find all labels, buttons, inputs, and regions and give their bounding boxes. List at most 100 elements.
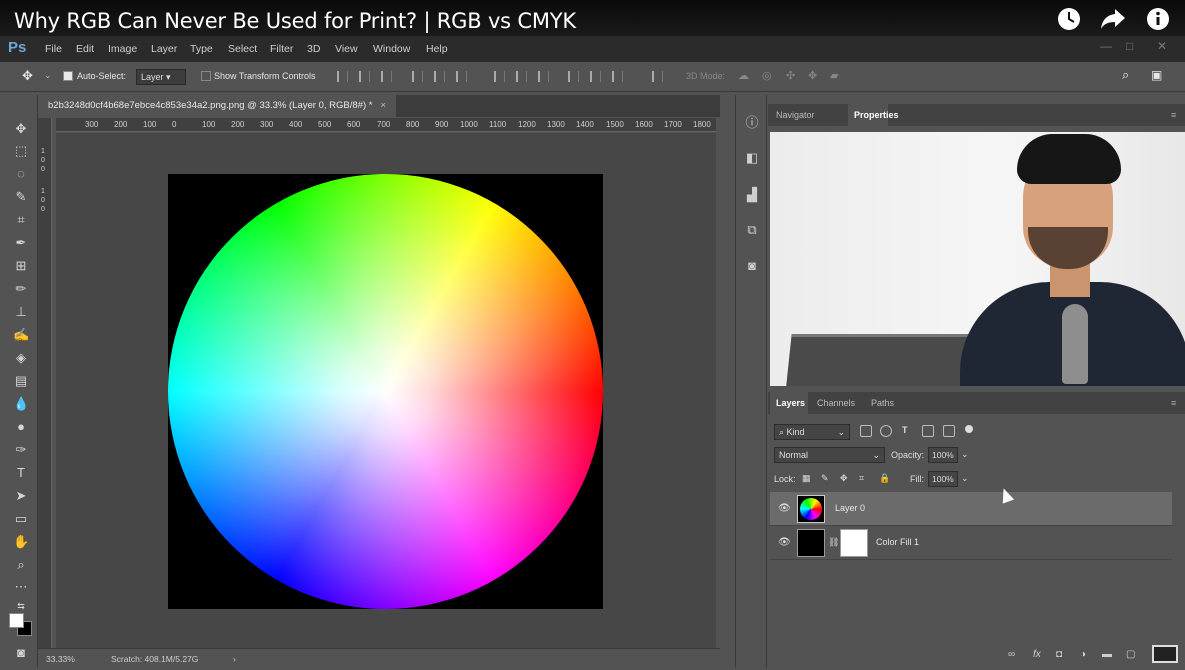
hand-tool-icon[interactable]: ✋: [13, 534, 29, 550]
eyedropper-tool-icon[interactable]: ✒: [13, 235, 29, 251]
more-tools-icon[interactable]: ⋯: [13, 579, 29, 595]
tab-paths[interactable]: Paths: [871, 398, 894, 408]
type-filter-icon[interactable]: T: [902, 425, 908, 435]
adjustment-layer-icon[interactable]: ◑: [1080, 649, 1086, 660]
dodge-tool-icon[interactable]: ●: [13, 419, 29, 435]
quick-mask-icon[interactable]: ◙: [13, 645, 29, 661]
opacity-field[interactable]: 100%: [928, 447, 958, 463]
opacity-chevron-icon[interactable]: ⌄: [961, 449, 969, 460]
visibility-eye-icon[interactable]: 👁: [778, 503, 791, 514]
smart-object-filter-icon[interactable]: [943, 425, 955, 437]
blend-mode-dropdown[interactable]: Normal ⌄: [774, 447, 885, 463]
layer-name[interactable]: Layer 0: [835, 503, 865, 513]
delete-layer-icon[interactable]: [1152, 645, 1178, 663]
lock-all-icon[interactable]: 🔒: [879, 473, 890, 484]
move-tool-icon[interactable]: ✥: [22, 68, 33, 84]
distribute-right-icon[interactable]: [612, 71, 623, 82]
zoom-level[interactable]: 33.33%: [46, 654, 75, 664]
move-tool-icon[interactable]: ✥: [13, 121, 29, 137]
auto-align-icon[interactable]: [652, 71, 663, 82]
3d-orbit-icon[interactable]: ☁: [738, 69, 749, 82]
workspace-icon[interactable]: ▣: [1151, 68, 1162, 82]
kind-filter-dropdown[interactable]: ⌕ Kind ⌄: [774, 424, 850, 440]
new-group-icon[interactable]: ▬: [1102, 649, 1112, 660]
eraser-tool-icon[interactable]: ◈: [13, 350, 29, 366]
history-brush-icon[interactable]: ✍: [13, 327, 29, 343]
swap-colors-icon[interactable]: ⇆: [13, 598, 29, 614]
fill-field[interactable]: 100%: [928, 471, 958, 487]
align-hcenter-icon[interactable]: [434, 71, 445, 82]
distribute-bottom-icon[interactable]: [538, 71, 549, 82]
visibility-eye-icon[interactable]: 👁: [778, 537, 791, 548]
adjustment-filter-icon[interactable]: [880, 425, 892, 437]
marquee-tool-icon[interactable]: ⬚: [13, 143, 29, 159]
3d-camera-icon[interactable]: ▰: [830, 69, 838, 82]
fx-icon[interactable]: fx: [1033, 649, 1041, 660]
menu-3d[interactable]: 3D: [307, 43, 320, 55]
minimize-icon[interactable]: —: [1100, 39, 1112, 53]
distribute-hcenter-icon[interactable]: [590, 71, 601, 82]
chevron-down-icon[interactable]: ⌄: [44, 70, 52, 81]
lock-position-icon[interactable]: ✥: [840, 473, 848, 484]
clone-source-panel-icon[interactable]: ⧉: [744, 222, 760, 238]
tab-channels[interactable]: Channels: [817, 398, 855, 408]
status-arrow-icon[interactable]: ›: [233, 654, 236, 664]
layer-mask-thumbnail[interactable]: [840, 529, 868, 557]
layer-row-color-fill-1[interactable]: 👁 ⛓ Color Fill 1: [770, 526, 1172, 560]
crop-tool-icon[interactable]: ⌗: [13, 212, 29, 228]
lock-image-icon[interactable]: ✎: [821, 473, 829, 484]
distribute-left-icon[interactable]: [568, 71, 579, 82]
menu-file[interactable]: File: [45, 43, 62, 55]
tab-layers[interactable]: Layers: [776, 398, 805, 408]
align-top-icon[interactable]: [337, 71, 348, 82]
fill-color-thumbnail[interactable]: [797, 529, 825, 557]
adjustments-panel-icon[interactable]: ◧: [744, 150, 760, 166]
align-bottom-icon[interactable]: [381, 71, 392, 82]
layer-row-layer-0[interactable]: 👁 Layer 0: [770, 492, 1172, 526]
menu-layer[interactable]: Layer: [151, 43, 177, 55]
3d-slide-icon[interactable]: ✥: [808, 69, 817, 82]
layers-panel-menu-icon[interactable]: ≡: [1171, 398, 1176, 408]
new-layer-icon[interactable]: ▢: [1126, 649, 1135, 660]
shape-filter-icon[interactable]: [922, 425, 934, 437]
menu-window[interactable]: Window: [373, 43, 410, 55]
tab-navigator[interactable]: Navigator: [776, 110, 815, 120]
menu-help[interactable]: Help: [426, 43, 448, 55]
filter-toggle-icon[interactable]: [965, 425, 973, 433]
lasso-tool-icon[interactable]: ◌: [13, 166, 29, 182]
search-icon[interactable]: ⌕: [1122, 67, 1129, 83]
foreground-color-swatch[interactable]: [9, 613, 24, 628]
panel-menu-icon[interactable]: ≡: [1171, 110, 1176, 120]
camera-panel-icon[interactable]: ◙: [744, 258, 760, 274]
mask-link-icon[interactable]: ⛓: [828, 537, 839, 548]
menu-select[interactable]: Select: [228, 43, 257, 55]
menu-type[interactable]: Type: [190, 43, 213, 55]
tab-properties[interactable]: Properties: [854, 110, 899, 120]
align-right-icon[interactable]: [456, 71, 467, 82]
lock-artboard-icon[interactable]: ⌗: [859, 473, 864, 484]
type-tool-icon[interactable]: T: [13, 465, 29, 481]
auto-select-dropdown[interactable]: Layer ▾: [136, 69, 186, 85]
brush-tool-icon[interactable]: ✏: [13, 281, 29, 297]
histogram-panel-icon[interactable]: ▟: [744, 187, 760, 203]
distribute-top-icon[interactable]: [494, 71, 505, 82]
path-select-tool-icon[interactable]: ➤: [13, 488, 29, 504]
fill-chevron-icon[interactable]: ⌄: [961, 473, 969, 484]
zoom-tool-icon[interactable]: ⌕: [13, 557, 29, 573]
maximize-icon[interactable]: □: [1126, 39, 1133, 53]
gradient-tool-icon[interactable]: ▤: [13, 373, 29, 389]
clock-icon[interactable]: [1056, 6, 1082, 32]
healing-tool-icon[interactable]: ⊞: [13, 258, 29, 274]
menu-edit[interactable]: Edit: [76, 43, 94, 55]
stamp-tool-icon[interactable]: ⊥: [13, 304, 29, 320]
info-icon[interactable]: [1145, 6, 1171, 32]
auto-select-checkbox[interactable]: [63, 71, 73, 81]
menu-image[interactable]: Image: [108, 43, 137, 55]
3d-roll-icon[interactable]: ◎: [762, 69, 772, 82]
3d-pan-icon[interactable]: ✣: [786, 69, 795, 82]
rectangle-tool-icon[interactable]: ▭: [13, 511, 29, 527]
menu-filter[interactable]: Filter: [270, 43, 293, 55]
share-icon[interactable]: [1100, 6, 1126, 32]
close-window-icon[interactable]: ✕: [1157, 39, 1167, 53]
distribute-vcenter-icon[interactable]: [516, 71, 527, 82]
